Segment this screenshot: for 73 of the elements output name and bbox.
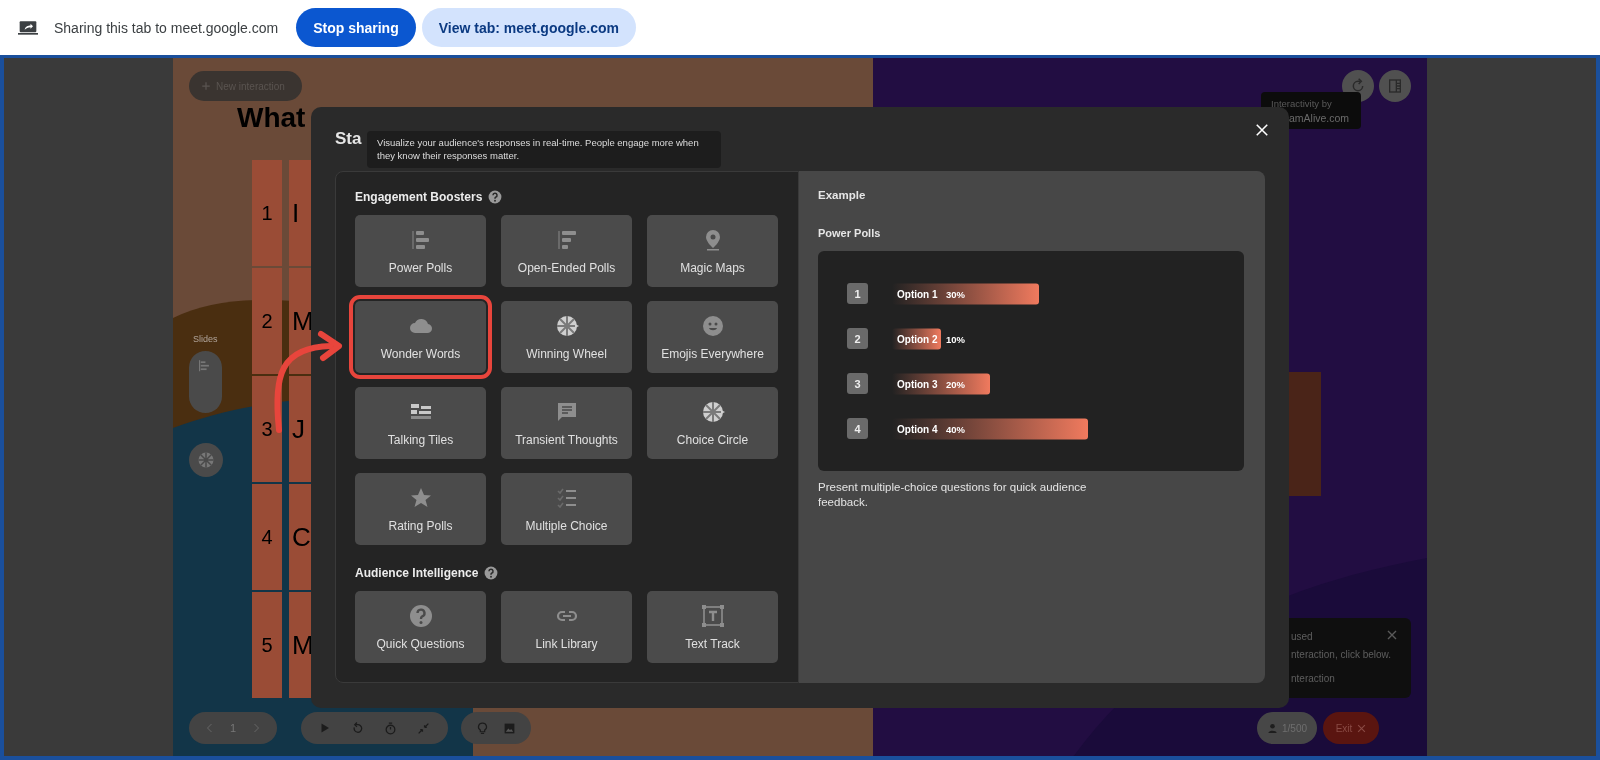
value-label: 40%	[946, 423, 965, 435]
collapse-button[interactable]	[417, 721, 430, 735]
value-label: 10%	[946, 333, 965, 345]
interaction-tile[interactable]: Transient Thoughts	[501, 387, 632, 459]
notification-text: nteraction, click below.	[1291, 648, 1392, 662]
value-label: 30%	[946, 288, 965, 300]
example-description: Present multiple-choice questions for quick audience feedback.	[818, 480, 1088, 510]
sharing-message: Sharing this tab to meet.google.com	[54, 19, 279, 36]
poll-bar	[892, 328, 941, 350]
section-title: Audience Intelligence	[355, 566, 479, 580]
option-number: 3	[252, 376, 282, 482]
example-title: Power Polls	[818, 227, 882, 239]
view-tab-button[interactable]: View tab: meet.google.com	[421, 8, 636, 47]
option-number: 5	[252, 592, 282, 698]
hint-button[interactable]	[476, 721, 489, 735]
interaction-tile[interactable]: Rating Polls	[355, 473, 486, 545]
play-button[interactable]	[319, 722, 331, 734]
wheel-icon	[554, 313, 579, 338]
option-label: Option 2	[897, 333, 938, 345]
refresh-icon	[1350, 78, 1366, 94]
interaction-tile[interactable]: Quick Questions	[355, 591, 486, 663]
interaction-tile[interactable]: Text Track	[647, 591, 778, 663]
option-number: 3	[847, 373, 868, 394]
option-number: 2	[847, 328, 868, 349]
option-number: 1	[847, 283, 868, 304]
dialog-title: Sta	[335, 129, 362, 149]
interaction-tile[interactable]: Link Library	[501, 591, 632, 663]
option-label: Option 3	[897, 378, 938, 390]
image-icon	[503, 721, 516, 735]
section-title: Engagement Boosters	[355, 190, 483, 204]
interaction-tile[interactable]: Talking Tiles	[355, 387, 486, 459]
stop-sharing-button[interactable]: Stop sharing	[296, 8, 416, 47]
person-icon	[1267, 722, 1278, 734]
option-number: 4	[252, 484, 282, 590]
interaction-tile[interactable]: Open-Ended Polls	[501, 215, 632, 287]
attribution-label: Interactivity by	[1271, 97, 1333, 111]
question-title: What	[237, 102, 306, 134]
close-icon	[1357, 723, 1367, 733]
slides-label: Slides	[193, 334, 218, 344]
help-icon	[488, 190, 503, 204]
timer-icon	[384, 721, 397, 735]
text-icon	[700, 603, 725, 628]
close-icon[interactable]	[1387, 630, 1397, 640]
tooltip: Visualize your audience's responses in real-time. People engage more when they know their responses matter.	[367, 131, 721, 168]
panel-icon	[1387, 78, 1403, 94]
wheel-icon	[700, 399, 725, 424]
collapse-icon	[417, 721, 430, 735]
plus-icon	[201, 81, 211, 91]
restart-icon	[351, 721, 364, 735]
close-icon	[1255, 123, 1269, 137]
wheel-icon	[197, 451, 215, 469]
option-label: Option 4	[897, 423, 938, 435]
timer-button[interactable]	[384, 721, 397, 735]
image-button[interactable]	[503, 721, 516, 735]
help-icon	[408, 603, 433, 628]
option-number: 2	[252, 268, 282, 374]
notification-title: used	[1291, 630, 1313, 644]
interaction-tile[interactable]: Winning Wheel	[501, 301, 632, 373]
option-label: Option 1	[897, 288, 938, 300]
example-heading: Example	[818, 189, 867, 201]
interaction-tile[interactable]: Choice Circle	[647, 387, 778, 459]
play-icon	[319, 722, 331, 734]
smiley-icon	[700, 313, 725, 338]
option-number: 4	[847, 418, 868, 439]
restart-button[interactable]	[351, 721, 364, 735]
value-label: 20%	[946, 378, 965, 390]
option-number: 1	[252, 160, 282, 266]
lightbulb-icon	[476, 721, 489, 735]
interaction-tile[interactable]: Multiple Choice	[501, 473, 632, 545]
interaction-tile[interactable]: Emojis Everywhere	[647, 301, 778, 373]
interaction-tile[interactable]: Magic Maps	[647, 215, 778, 287]
help-icon	[484, 566, 499, 580]
interaction-tile[interactable]: Power Polls	[355, 215, 486, 287]
